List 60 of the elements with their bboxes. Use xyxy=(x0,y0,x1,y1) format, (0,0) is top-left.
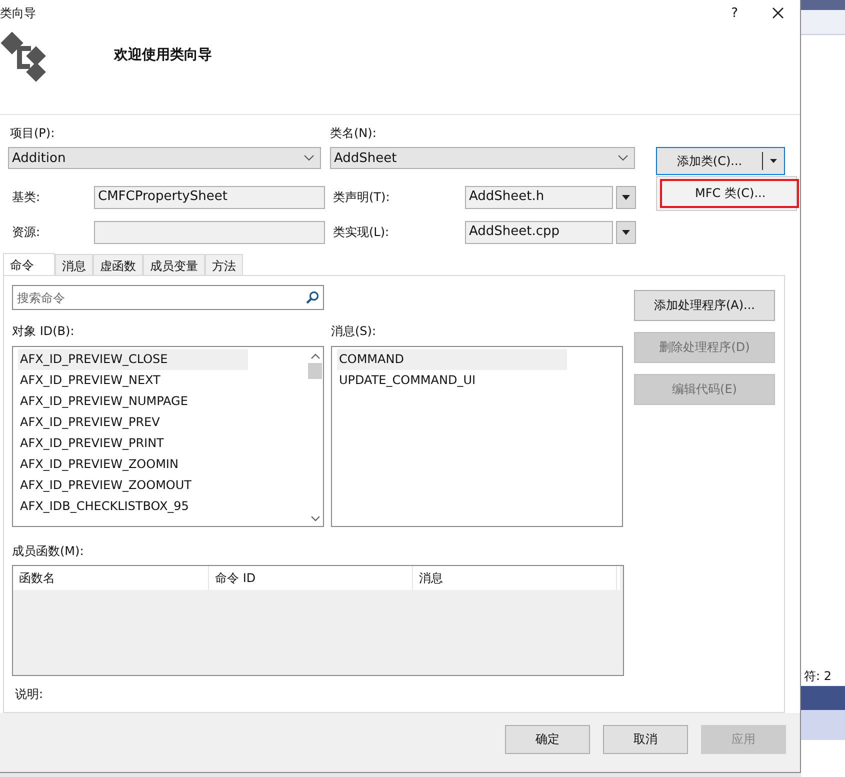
tab[interactable]: 命令 xyxy=(3,253,55,275)
window-title-bar xyxy=(801,0,845,10)
list-item[interactable]: AFX_ID_PREVIEW_CLOSE xyxy=(18,349,248,370)
resource-field[interactable] xyxy=(94,221,325,244)
list-item[interactable]: AFX_ID_PREVIEW_NUMPAGE xyxy=(18,391,248,412)
class-name-dropdown[interactable]: AddSheet xyxy=(330,147,635,169)
field-label: 类声明(T): xyxy=(332,189,391,206)
action-button[interactable]: 添加处理程序(A)... xyxy=(634,290,775,321)
field-label: 基类: xyxy=(11,189,42,206)
dropdown-arrow-icon xyxy=(622,195,630,200)
field-label: 资源: xyxy=(11,224,42,241)
search-icon xyxy=(306,291,319,304)
panel-header xyxy=(801,686,845,710)
field-label: 类名(N): xyxy=(330,124,376,142)
scroll-down-icon[interactable] xyxy=(310,516,320,522)
toolbar-strip xyxy=(801,10,845,35)
panel-row xyxy=(801,710,845,740)
table-label: 成员函数(M): xyxy=(12,543,85,560)
status-text: 符: 2 xyxy=(803,668,832,685)
list-label: 消息(S): xyxy=(331,323,378,340)
help-button[interactable]: ? xyxy=(731,6,738,20)
list-item[interactable]: AFX_ID_PREVIEW_ZOOMOUT xyxy=(18,475,248,496)
dialog-button[interactable]: 取消 xyxy=(603,725,688,754)
tab[interactable]: 消息 xyxy=(55,254,93,275)
dropdown-arrow-icon xyxy=(622,230,630,235)
field-label: 项目(P): xyxy=(10,124,56,142)
list-item[interactable]: AFX_IDB_CHECKLISTBOX_95 xyxy=(18,496,248,517)
tab[interactable]: 虚函数 xyxy=(93,254,143,275)
list-item[interactable]: AFX_ID_PREVIEW_PRINT xyxy=(18,433,248,454)
description-label: 说明: xyxy=(14,686,44,703)
declaration-field[interactable]: AddSheet.h xyxy=(465,186,613,209)
chevron-icon xyxy=(618,155,628,161)
tab[interactable]: 成员变量 xyxy=(143,254,205,275)
list-label: 对象 ID(B): xyxy=(12,323,76,340)
scroll-up-icon[interactable] xyxy=(310,353,320,359)
list-item[interactable]: AFX_ID_PREVIEW_ZOOMIN xyxy=(18,454,248,475)
column-header[interactable]: 消息 xyxy=(413,566,617,590)
dropdown-arrow-icon xyxy=(770,159,777,163)
dropdown-button[interactable] xyxy=(616,186,636,209)
chevron-icon xyxy=(304,155,314,161)
add-class-split-button[interactable]: 添加类(C)... xyxy=(656,147,785,175)
field-label: 类实现(L): xyxy=(332,224,390,241)
implementation-field[interactable]: AddSheet.cpp xyxy=(465,221,613,244)
base-class-field[interactable]: CMFCPropertySheet xyxy=(94,186,325,209)
wizard-heading: 欢迎使用类向导 xyxy=(114,46,212,64)
menu-item[interactable]: MFC 类(C)... xyxy=(660,179,799,208)
search-field[interactable]: 搜索命令 xyxy=(12,285,324,310)
project-dropdown[interactable]: Addition xyxy=(8,147,321,169)
tab[interactable]: 方法 xyxy=(205,254,243,275)
scroll-thumb[interactable] xyxy=(308,363,322,379)
column-header[interactable]: 函数名 xyxy=(13,566,209,590)
close-icon[interactable] xyxy=(772,7,784,19)
window-title: 类向导 xyxy=(0,4,36,22)
dialog-button[interactable]: 确定 xyxy=(505,725,590,754)
dropdown-button[interactable] xyxy=(616,221,636,244)
list-item[interactable]: AFX_ID_PREVIEW_NEXT xyxy=(18,370,248,391)
list-item[interactable]: UPDATE_COMMAND_UI xyxy=(337,370,567,391)
list-item[interactable]: COMMAND xyxy=(337,349,567,370)
column-header[interactable]: 命令 ID xyxy=(209,566,413,590)
list-item[interactable]: AFX_ID_PREVIEW_PREV xyxy=(18,412,248,433)
